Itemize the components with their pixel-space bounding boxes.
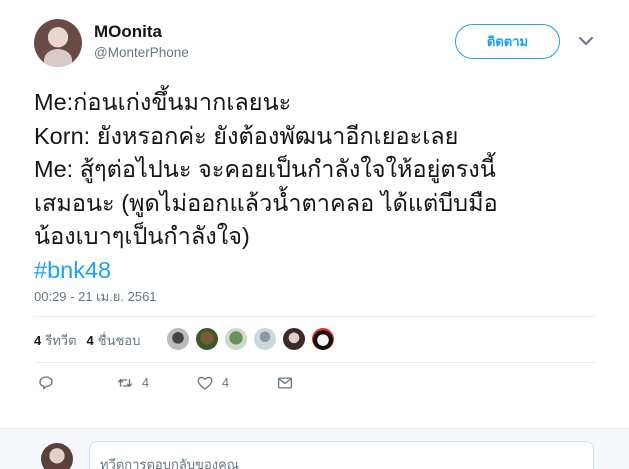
divider xyxy=(34,316,595,317)
tweet-line: Me:ก่อนเก่งขึ้นมากเลยนะ xyxy=(34,89,292,115)
liker-avatar[interactable] xyxy=(311,327,335,351)
follow-button[interactable]: ติดตาม xyxy=(455,24,560,59)
retweets-stat[interactable]: 4 รีทวีต xyxy=(34,330,77,351)
author-avatar[interactable] xyxy=(34,19,82,67)
likes-label: ชื่นชอบ xyxy=(97,332,141,348)
reply-icon xyxy=(39,376,53,390)
reply-button[interactable] xyxy=(37,374,63,392)
liker-avatar[interactable] xyxy=(282,327,306,351)
retweet-count: 4 xyxy=(142,376,149,390)
liker-avatar[interactable] xyxy=(195,327,219,351)
retweets-label: รีทวีต xyxy=(45,332,77,348)
tweet-line: เสมอนะ (พูดไม่ออกแล้วน้ำตาคลอ ได้แต่บีบม… xyxy=(34,189,498,216)
author-display-name[interactable]: MOonita xyxy=(94,22,162,42)
divider xyxy=(34,362,595,363)
retweet-icon xyxy=(117,378,133,388)
likes-count: 4 xyxy=(86,332,94,348)
tweet-header: MOonita @MonterPhone ติดตาม xyxy=(0,0,629,80)
liker-avatar[interactable] xyxy=(253,327,277,351)
reply-composer: ทวีตการตอบกลับของคุณ xyxy=(0,428,629,469)
tweet-line: Korn: ยังหรอกค่ะ ยังต้องพัฒนาอีกเยอะเลย xyxy=(34,122,459,149)
message-icon xyxy=(277,377,293,389)
tweet-line: น้องเบาๆเป็นกำลังใจ) xyxy=(34,223,250,249)
tweet-actions: 4 4 xyxy=(34,374,334,400)
chevron-down-icon[interactable] xyxy=(576,31,596,51)
liker-avatar[interactable] xyxy=(166,327,190,351)
like-button[interactable]: 4 xyxy=(196,374,229,392)
liker-avatars xyxy=(166,327,340,351)
current-user-avatar xyxy=(41,443,73,469)
tweet-stats: 4 รีทวีต 4 ชื่นชอบ xyxy=(34,326,150,354)
like-count: 4 xyxy=(222,376,229,390)
tweet-line: Me: สู้ๆต่อไปนะ จะคอยเป็นกำลังใจให้อยู่ต… xyxy=(34,156,496,182)
hashtag-link[interactable]: #bnk48 xyxy=(34,254,614,288)
likes-stat[interactable]: 4 ชื่นชอบ xyxy=(87,330,141,351)
liker-avatar[interactable] xyxy=(224,327,248,351)
tweet-timestamp[interactable]: 00:29 - 21 เม.ย. 2561 xyxy=(34,286,157,307)
heart-icon xyxy=(197,376,213,390)
tweet-text: Me:ก่อนเก่งขึ้นมากเลยนะ Korn: ยังหรอกค่ะ… xyxy=(34,86,614,287)
author-handle[interactable]: @MonterPhone xyxy=(94,45,189,60)
reply-input[interactable]: ทวีตการตอบกลับของคุณ xyxy=(89,441,594,469)
direct-message-button[interactable] xyxy=(276,374,294,392)
retweet-button[interactable]: 4 xyxy=(116,374,149,392)
retweets-count: 4 xyxy=(34,332,42,348)
